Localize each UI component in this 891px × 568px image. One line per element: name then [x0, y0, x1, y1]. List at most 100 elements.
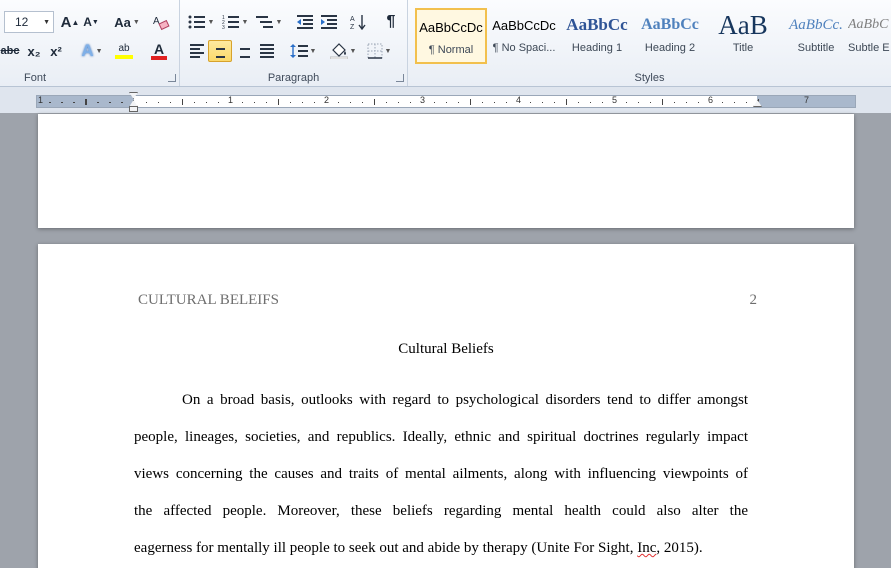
ruler-tick: [482, 102, 483, 103]
ruler-tick: [626, 102, 627, 103]
justify-icon: [260, 44, 274, 58]
highlight-button[interactable]: ab: [108, 40, 140, 62]
svg-text:A: A: [350, 16, 355, 23]
strikethrough-icon: abc: [0, 45, 20, 57]
style-title[interactable]: AaB Title: [707, 8, 779, 64]
ruler-tick: [530, 102, 531, 103]
text-effects-icon: A: [81, 41, 94, 60]
font-size-value: 12: [15, 15, 29, 29]
font-size-box[interactable]: 12 ▼: [4, 11, 54, 33]
style-heading-1[interactable]: AaBbCc Heading 1: [561, 8, 633, 64]
numbering-button[interactable]: 1 2 3 ▼: [220, 11, 250, 33]
style-sample: AaBbCcDc: [419, 19, 483, 35]
line-text: , 2015).: [656, 540, 703, 556]
grow-font-button[interactable]: A ▲: [60, 11, 80, 33]
superscript-button[interactable]: x²: [46, 40, 66, 62]
ruler-tick: [506, 102, 507, 103]
font-color-icon: A: [153, 41, 165, 57]
paragraph-line: eagerness for mentally ill people to see…: [134, 532, 748, 568]
ruler-number: 1: [228, 95, 234, 105]
bullets-button[interactable]: ▼: [186, 11, 216, 33]
show-hide-button[interactable]: ¶: [380, 11, 402, 33]
font-group-label: Font: [24, 72, 47, 84]
paragraph-group-label: Paragraph: [267, 72, 320, 84]
ruler-number: 6: [708, 95, 714, 105]
align-center-icon: [213, 44, 227, 58]
left-indent-marker[interactable]: [129, 106, 138, 112]
ruler-tick: [97, 102, 98, 103]
svg-text:Z: Z: [350, 24, 355, 30]
style-no-spacing[interactable]: AaBbCcDc ¶ No Spaci...: [488, 8, 560, 64]
change-case-button[interactable]: Aa ▼: [112, 11, 142, 33]
subscript-icon: x₂: [27, 43, 41, 59]
style-heading-2[interactable]: AaBbCc Heading 2: [634, 8, 706, 64]
justify-button[interactable]: [256, 40, 278, 62]
spelling-flagged-word[interactable]: Inc: [637, 540, 656, 556]
paragraph-line: people, lineages, societies, and republi…: [134, 429, 748, 445]
paragraph-dialog-launcher-icon[interactable]: [396, 74, 404, 82]
chevron-down-icon[interactable]: ▼: [43, 19, 50, 26]
align-center-button[interactable]: [208, 40, 232, 62]
ruler-number: 5: [612, 95, 618, 105]
superscript-icon: x²: [50, 43, 62, 59]
horizontal-ruler[interactable]: 1 1 2 3 4 5 6 7: [36, 95, 856, 108]
ruler-tick: [146, 102, 147, 103]
align-right-icon: [236, 44, 250, 58]
ruler-tick: [542, 102, 543, 103]
bullets-icon: [188, 15, 205, 29]
ruler-tick: [686, 102, 687, 103]
align-left-button[interactable]: [186, 40, 208, 62]
increase-indent-icon: [321, 15, 337, 29]
line-spacing-button[interactable]: ▼: [288, 40, 318, 62]
decrease-indent-button[interactable]: [294, 11, 316, 33]
ruler-tick: [182, 99, 183, 105]
ruler-tick: [62, 102, 63, 103]
style-subtle-emphasis[interactable]: AaBbC Subtle E: [848, 8, 891, 64]
paragraph-line: views concerning the causes and traits o…: [134, 466, 748, 482]
style-sample: AaBbCcDc: [492, 17, 556, 33]
ruler-tick: [109, 102, 110, 103]
style-sample: AaBbCc.: [789, 16, 843, 33]
paragraph-line: On a broad basis, outlooks with regard t…: [182, 392, 748, 408]
decrease-indent-icon: [297, 15, 313, 29]
ruler-tick: [206, 102, 207, 103]
ruler-tick: [194, 102, 195, 103]
ruler-tick: [158, 102, 159, 103]
increase-indent-button[interactable]: [318, 11, 340, 33]
svg-text:3: 3: [222, 25, 225, 29]
ruler-tick: [254, 102, 255, 103]
ruler-tick: [470, 99, 471, 105]
ruler-tick: [674, 102, 675, 103]
shrink-font-button[interactable]: A ▼: [82, 11, 100, 33]
strikethrough-button[interactable]: abc: [0, 40, 20, 62]
clear-formatting-icon: A: [153, 16, 170, 31]
ruler-tick: [278, 99, 279, 105]
line-spacing-icon: [289, 44, 308, 58]
grow-font-icon: A: [60, 13, 72, 31]
document-page-2[interactable]: CULTURAL BELEIFS 2 Cultural Beliefs On a…: [38, 244, 854, 568]
document-page-1[interactable]: [38, 114, 854, 228]
borders-button[interactable]: ▼: [364, 40, 394, 62]
shading-button[interactable]: ▼: [328, 40, 358, 62]
font-color-button[interactable]: A: [144, 40, 174, 62]
text-effects-button[interactable]: A ▼: [78, 40, 106, 62]
subscript-button[interactable]: x₂: [24, 40, 44, 62]
ruler-number: 7: [804, 95, 810, 105]
ruler-tick: [386, 102, 387, 103]
body-paragraph[interactable]: On a broad basis, outlooks with regard t…: [134, 384, 748, 568]
clear-formatting-button[interactable]: A: [150, 11, 172, 33]
ruler-tick: [494, 102, 495, 103]
multilevel-list-button[interactable]: ▼: [254, 11, 284, 33]
multilevel-list-icon: [255, 16, 273, 28]
style-subtitle[interactable]: AaBbCc. Subtitle: [780, 8, 852, 64]
style-sample: AaB: [718, 9, 768, 40]
ruler-tick: [110, 102, 111, 103]
align-right-button[interactable]: [232, 40, 254, 62]
styles-group-label: Styles: [634, 72, 665, 84]
sort-button[interactable]: A Z: [348, 11, 370, 33]
ruler-tick: [74, 102, 75, 103]
ruler-number: 2: [324, 95, 330, 105]
font-dialog-launcher-icon[interactable]: [168, 74, 176, 82]
style-normal[interactable]: AaBbCcDc ¶ Normal: [415, 8, 487, 64]
ruler-tick: [458, 102, 459, 103]
